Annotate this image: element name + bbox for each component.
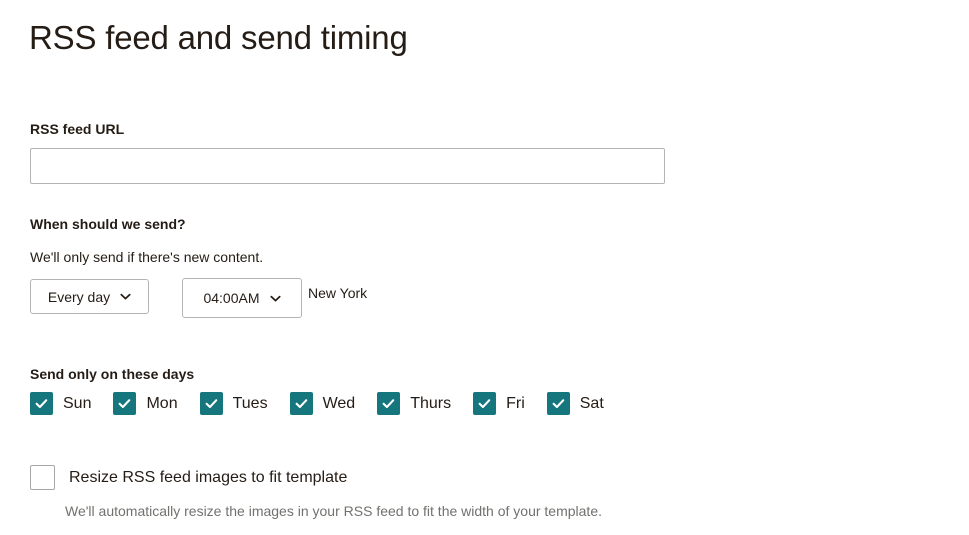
check-icon (119, 399, 131, 409)
send-frequency-value: Every day (47, 288, 111, 305)
send-frequency-select[interactable]: Every day (30, 279, 149, 314)
day-checkbox-item[interactable]: Wed (289, 392, 356, 415)
send-timing-heading: When should we send? (30, 216, 186, 232)
day-checkbox-item[interactable]: Sun (30, 392, 91, 415)
check-icon (35, 399, 48, 409)
check-icon (382, 399, 395, 409)
day-checkbox-item[interactable]: Tues (199, 392, 268, 415)
day-checkbox[interactable] (546, 392, 570, 415)
resize-images-label: Resize RSS feed images to fit template (69, 468, 348, 486)
day-label: Sat (579, 394, 604, 412)
day-label: Thurs (410, 394, 452, 412)
send-days-row: Sun Mon Tues Wed Thurs Fri Sat (30, 392, 604, 415)
day-label: Tues (232, 394, 268, 412)
day-checkbox-item[interactable]: Mon (113, 392, 178, 415)
resize-images-checkbox[interactable] (30, 465, 55, 490)
send-days-heading: Send only on these days (30, 366, 195, 382)
send-timing-subtext: We'll only send if there's new content. (30, 249, 264, 265)
day-checkbox-item[interactable]: Sat (546, 392, 604, 415)
day-checkbox[interactable] (113, 392, 137, 415)
send-time-select[interactable]: 04:00AM (182, 278, 302, 318)
day-label: Wed (322, 394, 356, 412)
send-time-value: 04:00AM (203, 290, 260, 306)
chevron-down-icon (120, 291, 131, 302)
day-label: Fri (506, 394, 525, 412)
rss-feed-url-input[interactable] (30, 148, 665, 184)
day-checkbox[interactable] (377, 392, 401, 415)
check-icon (552, 399, 564, 409)
day-checkbox-item[interactable]: Thurs (377, 392, 451, 415)
rss-settings-page: RSS feed and send timing RSS feed URL Wh… (0, 0, 969, 535)
day-label: Mon (146, 394, 178, 412)
day-checkbox-item[interactable]: Fri (473, 392, 525, 415)
chevron-down-icon (269, 293, 281, 304)
resize-images-help-text: We'll automatically resize the images in… (65, 503, 602, 519)
timezone-label: New York (308, 285, 368, 301)
day-label: Sun (63, 394, 92, 412)
day-checkbox[interactable] (289, 392, 313, 415)
resize-images-option[interactable]: Resize RSS feed images to fit template (30, 465, 347, 490)
check-icon (205, 399, 217, 409)
page-title: RSS feed and send timing (29, 19, 408, 56)
check-icon (295, 399, 307, 409)
check-icon (478, 399, 491, 409)
day-checkbox[interactable] (199, 392, 223, 415)
rss-feed-url-label: RSS feed URL (30, 121, 125, 137)
day-checkbox[interactable] (30, 392, 53, 415)
day-checkbox[interactable] (473, 392, 497, 415)
